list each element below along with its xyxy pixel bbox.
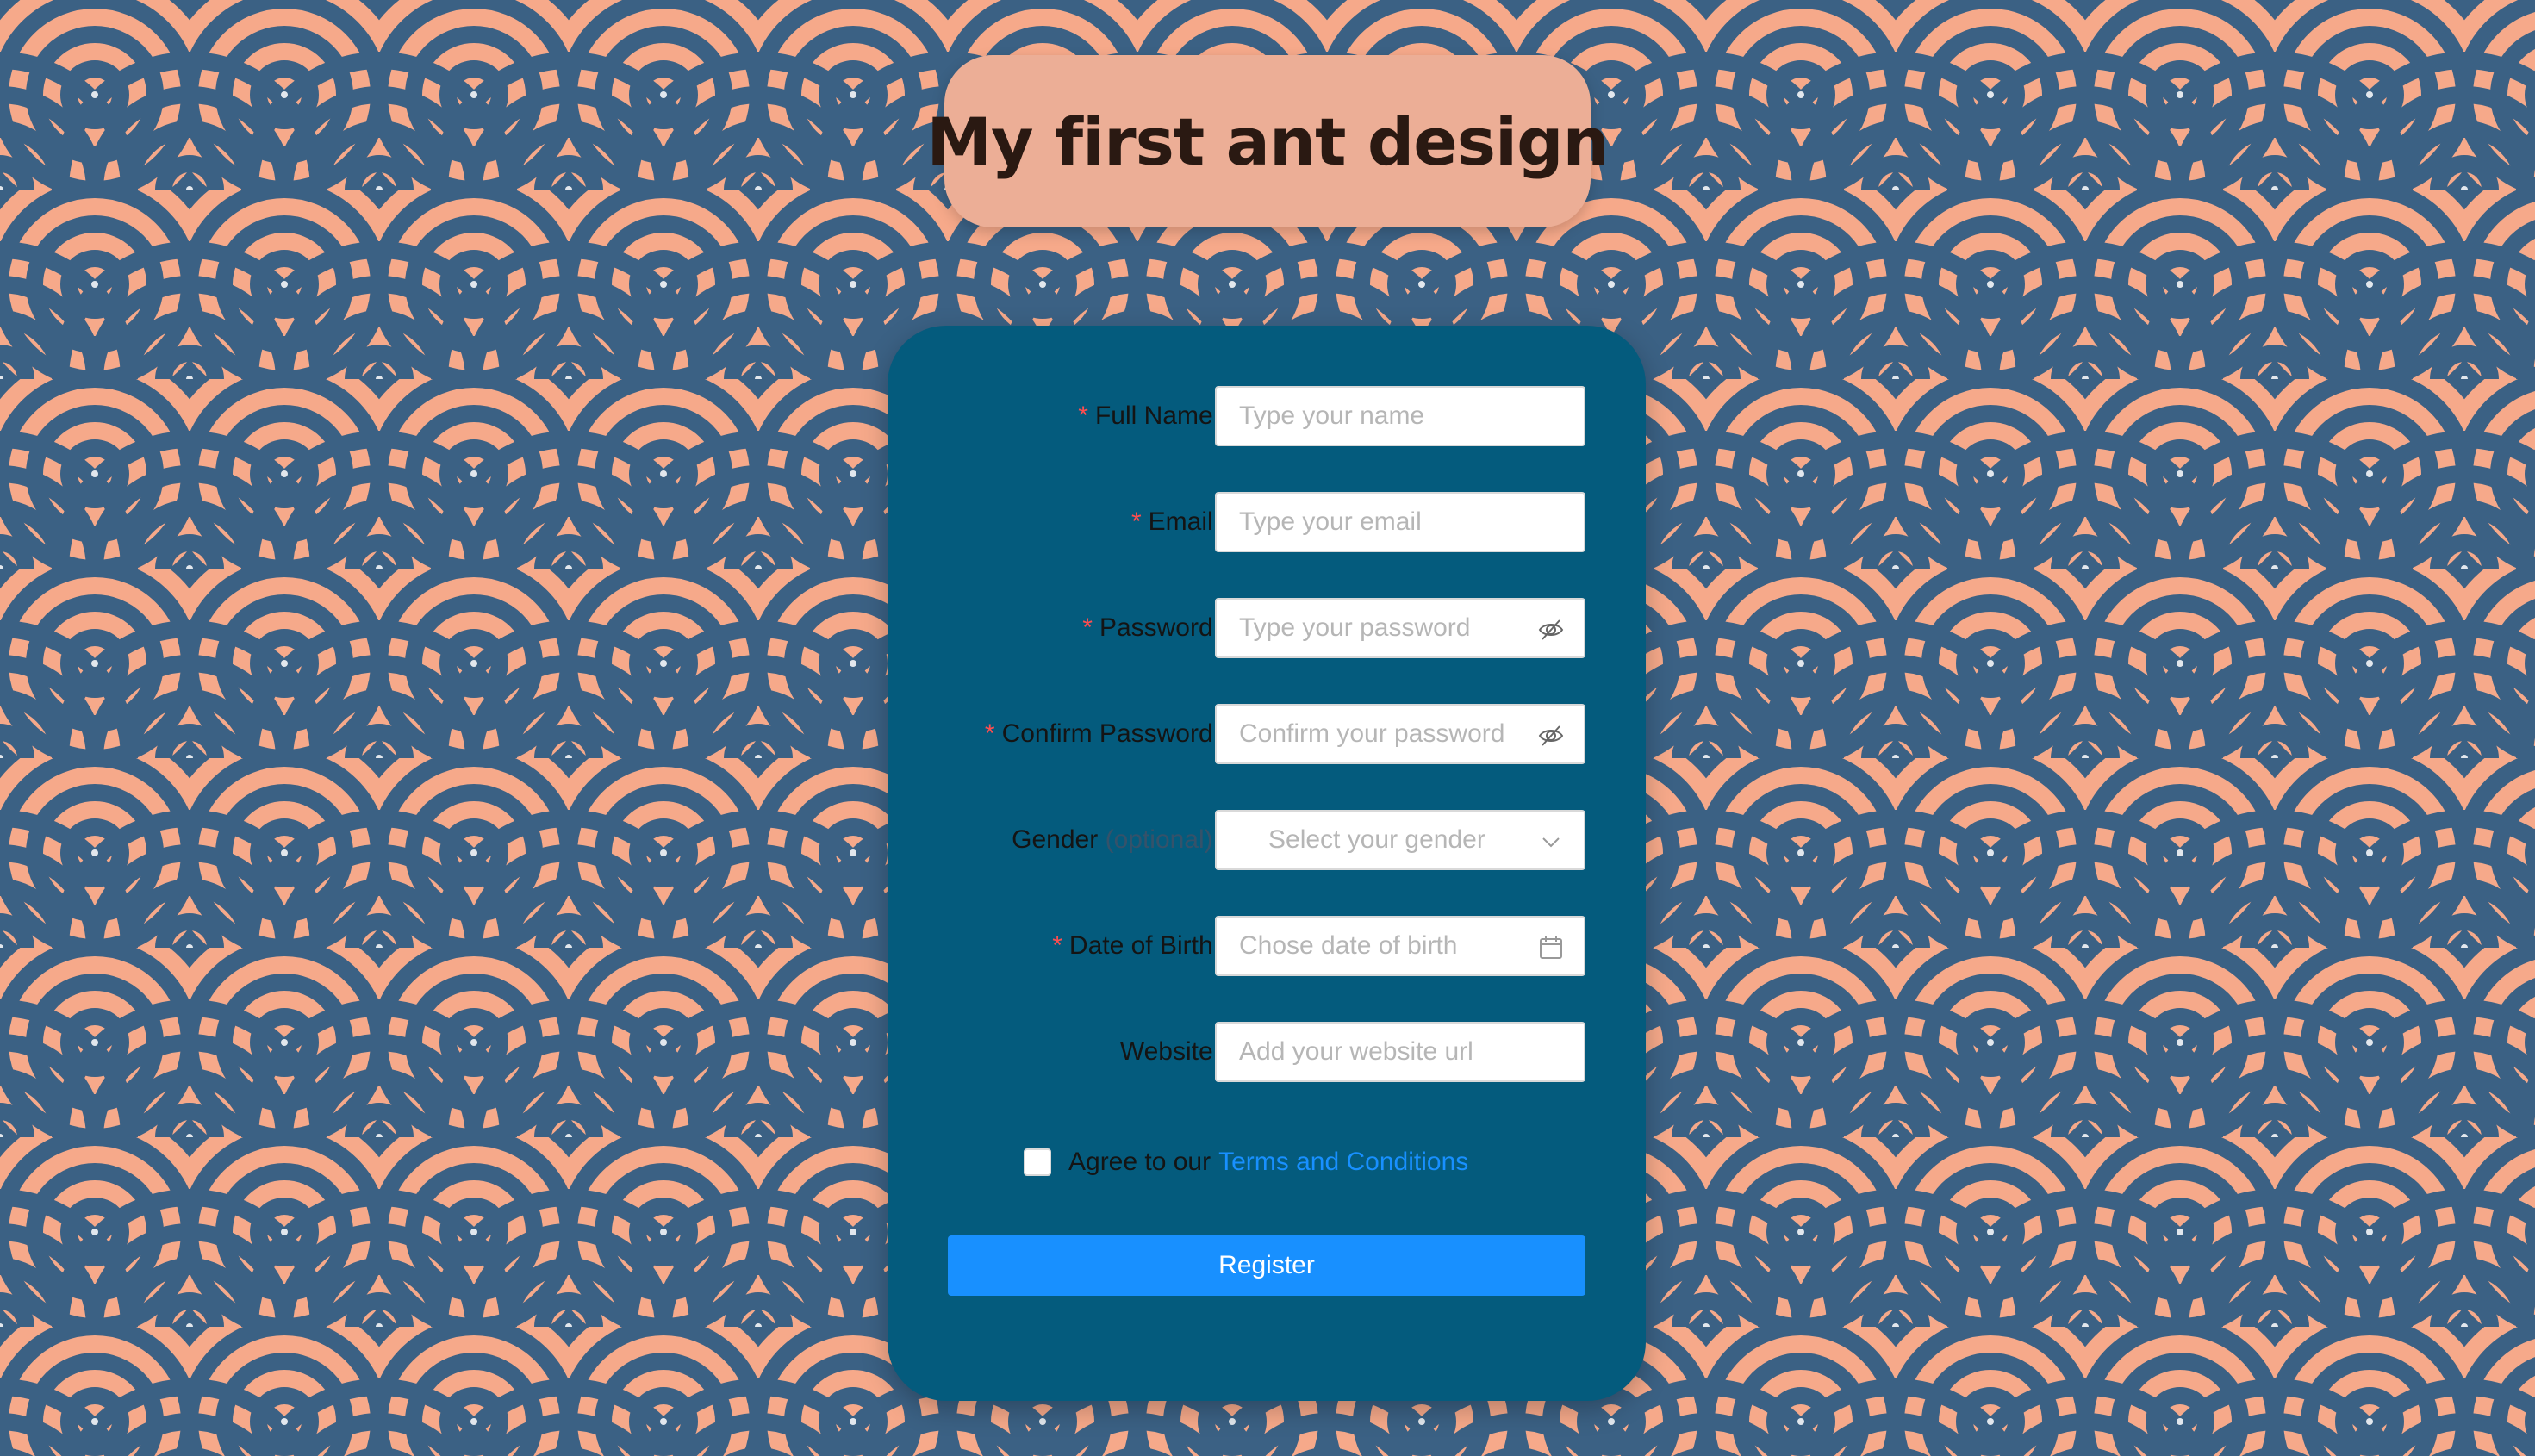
confirm-password-field — [1215, 704, 1585, 764]
required-mark: * — [1130, 507, 1142, 536]
calendar-icon — [1540, 936, 1562, 959]
website-field — [1215, 1022, 1585, 1082]
optional-hint: (optional) — [1105, 825, 1213, 854]
chevron-down-icon — [1542, 837, 1560, 848]
full-name-input[interactable] — [1217, 388, 1584, 445]
email-field — [1215, 492, 1585, 552]
required-mark: * — [1082, 613, 1093, 642]
gender-select[interactable]: Select your gender — [1215, 810, 1585, 870]
registration-form: *Full Name: *Email: *Password: — [888, 326, 1646, 1401]
confirm-password-input[interactable] — [1217, 706, 1584, 762]
date-of-birth-picker[interactable] — [1215, 916, 1585, 976]
eye-invisible-icon[interactable] — [1537, 616, 1565, 644]
title-banner: My first ant design — [926, 55, 1610, 227]
terms-and-conditions-link[interactable]: Terms and Conditions — [1218, 1148, 1468, 1177]
required-mark: * — [1052, 931, 1062, 960]
email-label-text: Email — [1148, 507, 1213, 536]
date-of-birth-label: *Date of Birth: — [1052, 916, 1225, 976]
website-row: Website: — [888, 1022, 1646, 1082]
email-label: *Email: — [1131, 492, 1225, 552]
date-of-birth-input[interactable] — [1217, 918, 1584, 974]
email-row: *Email: — [888, 492, 1646, 552]
confirm-password-label-text: Confirm Password — [1001, 719, 1213, 748]
date-of-birth-label-text: Date of Birth — [1068, 931, 1213, 960]
gender-label: Gender (optional): — [1012, 810, 1225, 870]
agreement-row: Agree to our Terms and Conditions — [1024, 1141, 1468, 1184]
gender-label-text: Gender — [1012, 825, 1099, 854]
password-label-text: Password — [1099, 613, 1213, 642]
eye-invisible-icon[interactable] — [1537, 722, 1565, 750]
confirm-password-row: *Confirm Password: — [888, 704, 1646, 764]
gender-row: Gender (optional): Select your gender — [888, 810, 1646, 870]
agreement-text: Agree to our — [1068, 1148, 1211, 1176]
full-name-field — [1215, 386, 1585, 446]
password-field — [1215, 598, 1585, 658]
date-of-birth-row: *Date of Birth: — [888, 916, 1646, 976]
agreement-checkbox[interactable] — [1024, 1148, 1051, 1176]
required-mark: * — [984, 719, 995, 748]
website-input[interactable] — [1217, 1024, 1584, 1080]
register-button[interactable]: Register — [948, 1235, 1585, 1296]
password-row: *Password: — [888, 598, 1646, 658]
page-title: My first ant design — [926, 103, 1609, 180]
confirm-password-label: *Confirm Password: — [985, 704, 1225, 764]
website-label: Website: — [1120, 1022, 1225, 1082]
password-input[interactable] — [1217, 600, 1584, 656]
full-name-label: *Full Name: — [1078, 386, 1225, 446]
full-name-row: *Full Name: — [888, 386, 1646, 446]
password-label: *Password: — [1082, 598, 1225, 658]
email-input[interactable] — [1217, 494, 1584, 551]
required-mark: * — [1078, 401, 1088, 430]
gender-select-placeholder: Select your gender — [1268, 825, 1485, 854]
full-name-label-text: Full Name — [1094, 401, 1213, 430]
website-label-text: Website — [1119, 1037, 1213, 1066]
